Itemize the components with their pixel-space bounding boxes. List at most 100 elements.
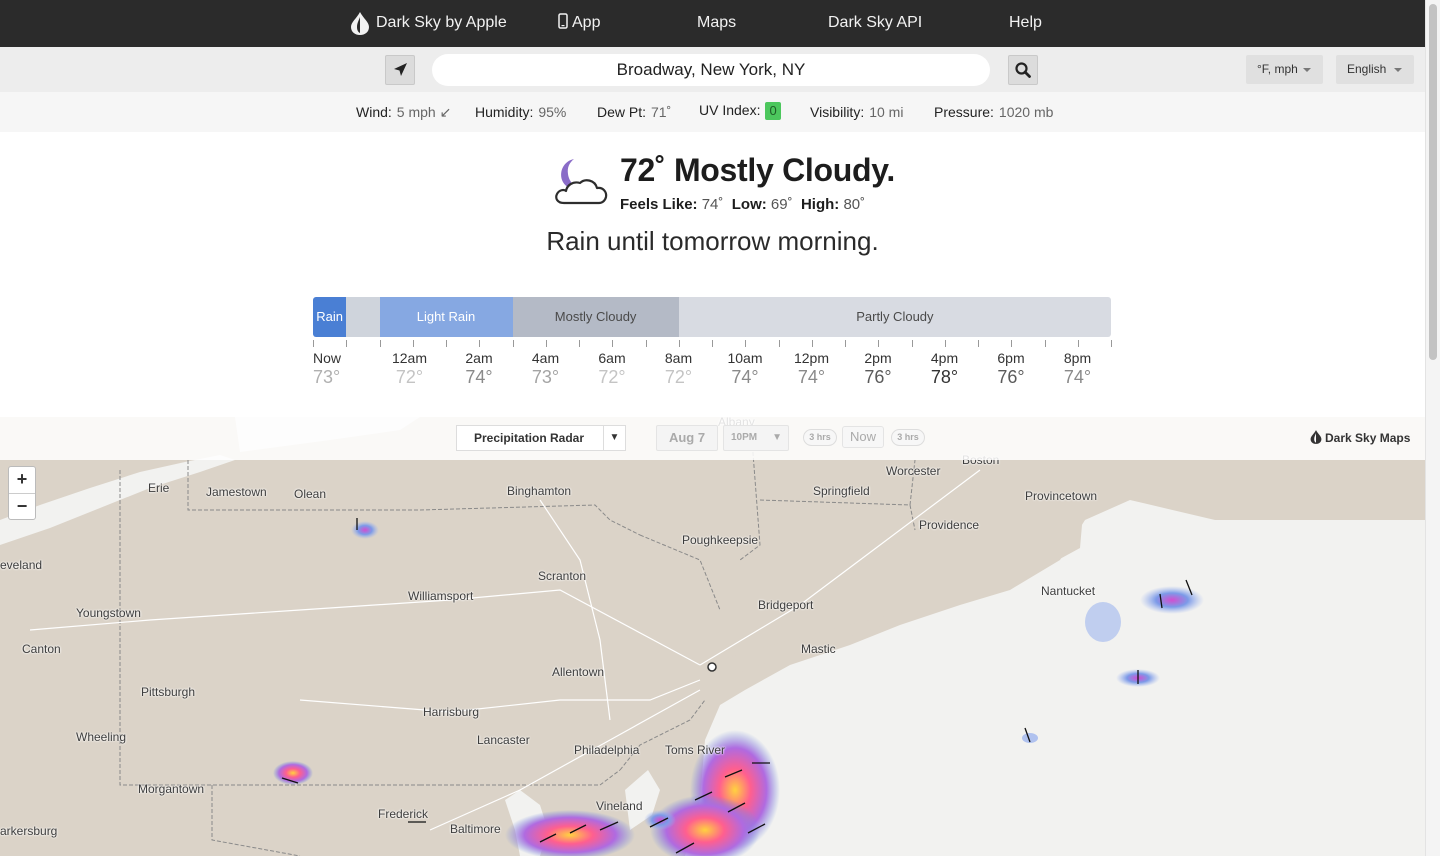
feels-like-label: Feels Like:	[620, 196, 698, 213]
stat-label: Humidity:	[475, 104, 534, 120]
hour-column: 12am 72°	[380, 350, 440, 388]
map-date[interactable]: Aug 7	[656, 425, 718, 451]
precipitation-map[interactable]: AlbanyBostonWorcesterErieJamestownOleanB…	[0, 417, 1425, 856]
timeline-tick	[579, 340, 580, 347]
map-time-value: 10PM	[731, 432, 758, 443]
timeline-tick	[912, 340, 913, 347]
stat-visibility: Visibility: 10 mi	[810, 104, 903, 120]
scrollbar-thumb[interactable]	[1429, 4, 1437, 360]
timeline-tick	[1011, 340, 1012, 347]
hour-temp: 76°	[864, 367, 892, 387]
timeline-tick	[779, 340, 780, 347]
stat-label: Pressure:	[934, 104, 994, 120]
map-time-select[interactable]: 10PM ▼	[723, 425, 789, 451]
nav-maps-link[interactable]: Maps	[697, 0, 736, 47]
hour-temp: 76°	[997, 367, 1025, 387]
location-marker	[707, 662, 717, 672]
hour-temp: 74°	[731, 367, 759, 387]
city-label: eveland	[0, 558, 43, 572]
timeline-tick	[612, 340, 613, 347]
stat-value: 71˚	[651, 104, 672, 120]
city-label: Allentown	[552, 665, 605, 679]
timeline-tick	[745, 340, 746, 347]
city-label: Bridgeport	[758, 598, 814, 612]
nav-api-link[interactable]: Dark Sky API	[828, 0, 922, 47]
hour-label: 4pm	[930, 350, 959, 366]
hour-column: 12pm 74°	[782, 350, 842, 388]
chevron-down-icon: ▼	[603, 426, 625, 450]
hour-column: 4am 73°	[516, 350, 576, 388]
zoom-out-button[interactable]: −	[9, 493, 35, 519]
map-forward-3hrs-button[interactable]: 3 hrs	[891, 429, 925, 446]
timeline-tick	[1111, 340, 1112, 347]
timeline-segment[interactable]: Light Rain	[379, 297, 513, 337]
current-temps: Feels Like: 74˚ Low: 69˚ High: 80˚	[620, 196, 865, 213]
timeline-segment[interactable]	[346, 297, 380, 337]
hour-temp: 74°	[465, 367, 493, 387]
city-label: Baltimore	[450, 822, 501, 836]
language-dropdown[interactable]: English	[1336, 55, 1414, 84]
partly-cloudy-night-icon	[555, 159, 608, 205]
stat-value: 95%	[538, 104, 567, 120]
map-layer-select[interactable]: Precipitation Radar ▼	[456, 425, 626, 451]
hourly-timeline-bar[interactable]: Rain Light Rain Mostly Cloudy Partly Cloudy	[313, 297, 1111, 337]
search-button[interactable]	[1008, 55, 1038, 85]
timeline-tick	[712, 340, 713, 347]
dark-sky-maps-label: Dark Sky Maps	[1325, 431, 1411, 445]
timeline-tick	[978, 340, 979, 347]
timeline-tick	[945, 340, 946, 347]
nav-help-link[interactable]: Help	[1009, 0, 1042, 47]
stat-dew-point: Dew Pt: 71˚	[597, 104, 671, 120]
nav-brand-link[interactable]: Dark Sky by Apple	[376, 0, 507, 47]
units-value: °F, mph	[1257, 62, 1298, 76]
hour-label: 10am	[727, 350, 763, 366]
city-label: Erie	[148, 481, 170, 495]
dark-sky-logo-icon	[351, 12, 369, 35]
stat-value: 10 mi	[869, 104, 904, 120]
map-back-3hrs-button[interactable]: 3 hrs	[803, 429, 837, 446]
timeline-tick	[546, 340, 547, 347]
stat-wind: Wind: 5 mph ↙	[356, 104, 451, 121]
timeline-tick	[413, 340, 414, 347]
hour-label: 2am	[465, 350, 493, 366]
stat-label: Visibility:	[810, 104, 865, 120]
city-label: Williamsport	[408, 589, 474, 603]
chevron-down-icon	[1394, 68, 1402, 72]
timeline-tick	[1078, 340, 1079, 347]
timeline-segment[interactable]: Rain	[313, 297, 347, 337]
timeline-tick	[380, 340, 381, 347]
city-label: Provincetown	[1025, 489, 1098, 503]
page-scrollbar[interactable]	[1425, 0, 1440, 856]
hour-temp: 78°	[930, 367, 959, 387]
stat-uv-index: UV Index: 0	[699, 102, 781, 120]
chevron-down-icon: ▼	[772, 432, 782, 443]
city-label: Toms River	[665, 743, 726, 757]
hour-column: 8am 72°	[649, 350, 709, 388]
search-icon	[1015, 62, 1031, 78]
stat-label: Wind:	[356, 104, 392, 120]
search-bar: °F, mph English	[0, 47, 1425, 92]
feels-like-value: 74˚	[701, 196, 724, 213]
stat-value: 1020 mb	[998, 104, 1054, 120]
units-dropdown[interactable]: °F, mph	[1246, 55, 1323, 84]
high-value: 80˚	[843, 196, 866, 213]
map-now-button[interactable]: Now	[842, 426, 885, 448]
timeline-tick	[446, 340, 447, 347]
hour-label: 8pm	[1063, 350, 1092, 366]
zoom-in-button[interactable]: +	[9, 467, 35, 493]
dark-sky-logo-icon	[1310, 430, 1322, 444]
current-location-button[interactable]	[385, 55, 415, 85]
city-label: Scranton	[538, 569, 587, 583]
city-label: Olean	[294, 487, 327, 501]
timeline-segment[interactable]: Partly Cloudy	[678, 297, 1111, 337]
hour-temp: 72°	[395, 367, 424, 387]
timeline-segment[interactable]: Mostly Cloudy	[512, 297, 679, 337]
city-label: Jamestown	[206, 485, 267, 499]
timeline-tick	[1045, 340, 1046, 347]
dark-sky-maps-link[interactable]: Dark Sky Maps	[1310, 429, 1410, 445]
nav-app-link[interactable]: App	[558, 0, 600, 47]
location-search-input[interactable]	[432, 54, 990, 86]
current-summary: 72˚ Mostly Cloudy.	[620, 152, 895, 188]
timeline-tick	[646, 340, 647, 347]
stat-value: 5 mph ↙	[396, 104, 452, 120]
